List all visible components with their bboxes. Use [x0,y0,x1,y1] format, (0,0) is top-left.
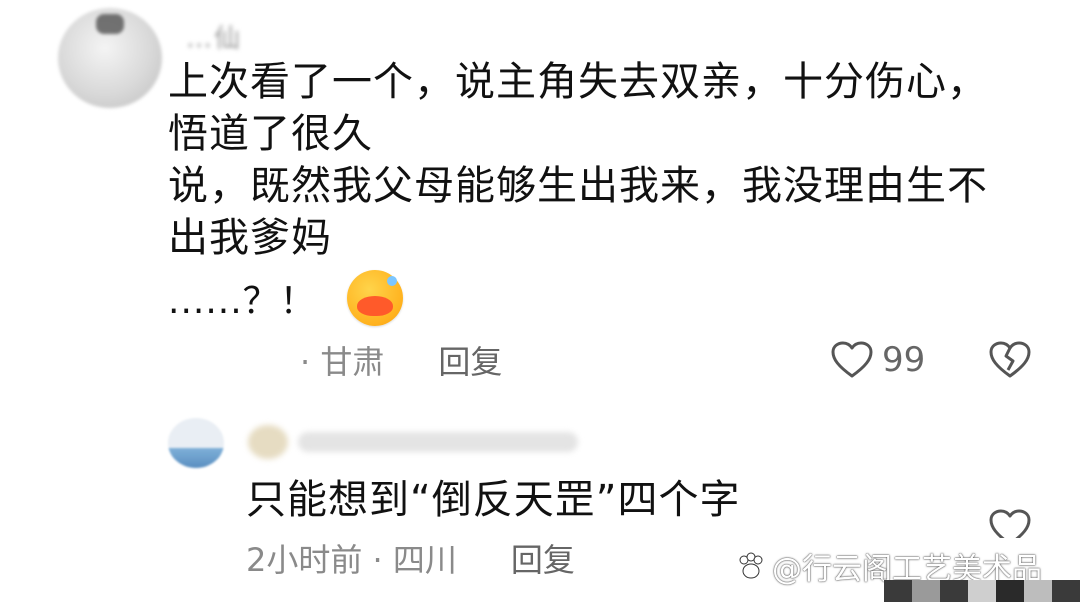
comment-body: 上次看了一个，说主角失去双亲，十分伤心， 悟道了很久 说，既然我父母能够生出我来… [168,59,988,261]
reply-button[interactable]: 回复 [438,337,502,383]
reply-body: 只能想到“倒反天罡”四个字 [246,477,741,523]
like-count: 99 [882,340,926,380]
reply-meta: 2小时前 · 四川 回复 [246,536,575,580]
corner-mosaic [884,580,1080,602]
comment-ending-text: ......？！ [168,281,317,322]
comment-meta: · 甘肃 回复 [300,338,502,382]
reply-time-location: 2小时前 · 四川 [246,541,457,579]
heart-icon [989,509,1031,546]
comment-location: · 甘肃 [300,343,385,381]
reply-like-button[interactable] [988,508,1032,546]
comment-ending-row: ......？！ [168,270,403,326]
broken-heart-icon [989,341,1031,378]
commenter-username[interactable]: …仙 [186,18,242,55]
replier-avatar[interactable] [168,418,224,468]
reply-reply-button[interactable]: 回复 [511,535,575,581]
like-button[interactable]: 99 [830,340,925,380]
grinning-face-emoji-icon [346,270,403,326]
dislike-button[interactable] [988,340,1032,384]
heart-icon [831,341,873,378]
paw-logo-icon [739,552,763,579]
commenter-avatar[interactable] [58,8,162,108]
replier-username[interactable] [248,424,578,460]
